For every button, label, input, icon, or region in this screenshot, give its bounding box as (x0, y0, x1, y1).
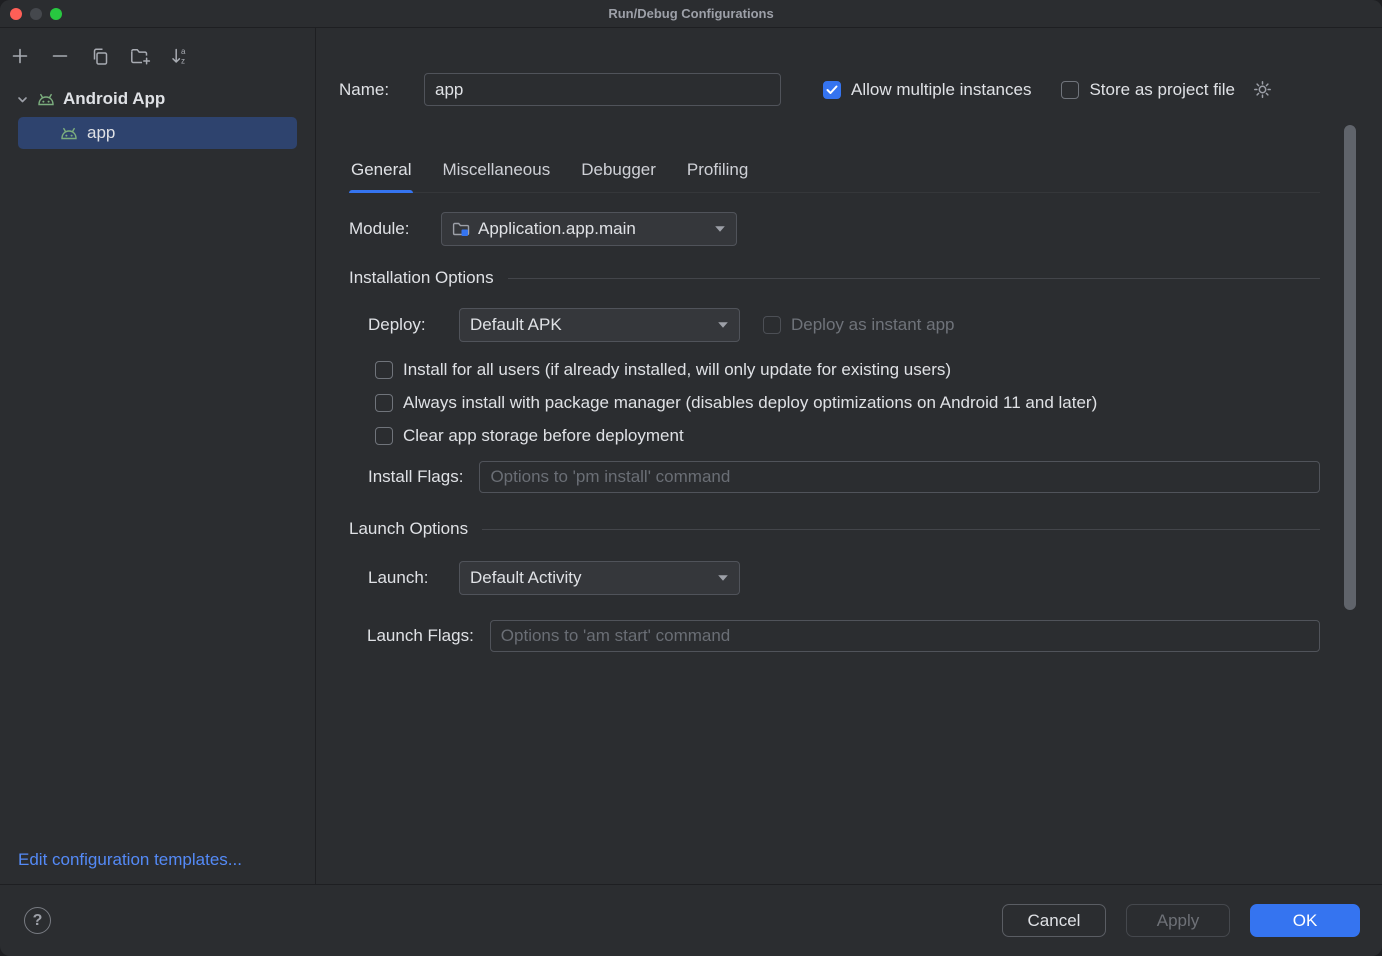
traffic-lights (10, 8, 62, 20)
checkbox-checked-icon (823, 81, 841, 99)
dialog-footer: ? Cancel Apply OK (0, 884, 1382, 956)
deploy-label: Deploy: (368, 315, 459, 335)
always-install-package-manager-checkbox[interactable]: Always install with package manager (dis… (375, 393, 1320, 413)
install-flags-input[interactable] (479, 461, 1320, 493)
allow-multiple-instances-checkbox[interactable]: Allow multiple instances (823, 80, 1031, 100)
apply-button[interactable]: Apply (1126, 904, 1230, 937)
launch-options-section: Launch Options (349, 519, 1320, 539)
launch-value: Default Activity (470, 568, 582, 588)
installation-options-section: Installation Options (349, 268, 1320, 288)
checkbox-disabled-icon (763, 316, 781, 334)
module-dropdown[interactable]: Application.app.main (441, 212, 737, 246)
tree-item-label: app (87, 123, 115, 143)
store-as-project-file-label: Store as project file (1089, 80, 1235, 100)
store-as-project-file-checkbox[interactable]: Store as project file (1061, 80, 1272, 100)
android-icon (60, 126, 78, 141)
configuration-tabs: General Miscellaneous Debugger Profiling (349, 150, 1320, 193)
chevron-down-icon (16, 93, 29, 106)
vertical-scrollbar[interactable] (1344, 125, 1356, 610)
tab-debugger-label: Debugger (581, 160, 656, 179)
chevron-down-icon (714, 225, 726, 233)
install-for-all-users-label: Install for all users (if already instal… (403, 360, 951, 380)
tab-debugger[interactable]: Debugger (579, 150, 658, 192)
ok-button[interactable]: OK (1250, 904, 1360, 937)
launch-options-title: Launch Options (349, 519, 468, 539)
launch-flags-row: Launch Flags: (367, 620, 1320, 652)
name-label: Name: (339, 80, 424, 100)
section-divider (482, 529, 1320, 530)
installation-checkbox-list: Install for all users (if already instal… (375, 360, 1320, 446)
configurations-tree: Android App app (0, 78, 315, 149)
launch-label: Launch: (368, 568, 459, 588)
minus-icon (50, 46, 70, 66)
install-flags-label: Install Flags: (368, 467, 463, 487)
module-value: Application.app.main (478, 219, 636, 239)
run-debug-configurations-dialog: Run/Debug Configurations az (0, 0, 1382, 956)
section-divider (508, 278, 1320, 279)
tree-group-android-app[interactable]: Android App (0, 78, 315, 112)
chevron-down-icon (717, 574, 729, 582)
cancel-button[interactable]: Cancel (1002, 904, 1106, 937)
sort-configurations-button[interactable]: az (168, 44, 192, 68)
always-install-package-manager-label: Always install with package manager (dis… (403, 393, 1097, 413)
chevron-down-icon (717, 321, 729, 329)
checkbox-unchecked-icon (1061, 81, 1079, 99)
android-icon (37, 92, 55, 107)
tab-profiling-label: Profiling (687, 160, 748, 179)
tab-miscellaneous[interactable]: Miscellaneous (440, 150, 552, 192)
help-button[interactable]: ? (24, 907, 51, 934)
launch-flags-input[interactable] (490, 620, 1320, 652)
configuration-form: Name: Allow multiple instances Store as … (316, 28, 1382, 884)
tab-general[interactable]: General (349, 150, 413, 192)
copy-configuration-button[interactable] (88, 44, 112, 68)
question-mark-icon: ? (33, 912, 43, 930)
deploy-dropdown[interactable]: Default APK (459, 308, 740, 342)
deploy-value: Default APK (470, 315, 562, 335)
tab-profiling[interactable]: Profiling (685, 150, 750, 192)
store-settings-gear-icon[interactable] (1253, 80, 1272, 99)
launch-dropdown[interactable]: Default Activity (459, 561, 740, 595)
checkbox-unchecked-icon (375, 361, 393, 379)
deploy-as-instant-app-label: Deploy as instant app (791, 315, 955, 335)
remove-configuration-button[interactable] (48, 44, 72, 68)
clear-app-storage-checkbox[interactable]: Clear app storage before deployment (375, 426, 1320, 446)
tree-group-label: Android App (63, 89, 165, 109)
svg-text:z: z (181, 57, 185, 66)
add-configuration-button[interactable] (8, 44, 32, 68)
deploy-as-instant-app-checkbox: Deploy as instant app (763, 315, 955, 335)
new-folder-button[interactable] (128, 44, 152, 68)
launch-flags-label: Launch Flags: (367, 626, 474, 646)
sort-alphabetically-icon: az (170, 46, 190, 66)
close-window-button[interactable] (10, 8, 22, 20)
module-label: Module: (349, 219, 441, 239)
minimize-window-button[interactable] (30, 8, 42, 20)
edit-configuration-templates-link[interactable]: Edit configuration templates... (18, 850, 242, 870)
svg-text:a: a (181, 47, 186, 56)
checkbox-unchecked-icon (375, 427, 393, 445)
copy-icon (91, 47, 110, 66)
name-input[interactable] (424, 73, 781, 106)
install-for-all-users-checkbox[interactable]: Install for all users (if already instal… (375, 360, 1320, 380)
plus-icon (10, 46, 30, 66)
tab-general-label: General (351, 160, 411, 179)
installation-options-title: Installation Options (349, 268, 494, 288)
sidebar-toolbar: az (0, 28, 315, 78)
tab-miscellaneous-label: Miscellaneous (442, 160, 550, 179)
tree-item-app[interactable]: app (18, 117, 297, 149)
install-flags-row: Install Flags: (368, 461, 1320, 493)
checkbox-unchecked-icon (375, 394, 393, 412)
new-folder-icon (130, 47, 151, 66)
zoom-window-button[interactable] (50, 8, 62, 20)
window-title: Run/Debug Configurations (0, 0, 1382, 27)
titlebar: Run/Debug Configurations (0, 0, 1382, 28)
configurations-sidebar: az Android App app Edit configuration te… (0, 28, 316, 884)
clear-app-storage-label: Clear app storage before deployment (403, 426, 684, 446)
allow-multiple-instances-label: Allow multiple instances (851, 80, 1031, 100)
module-icon (452, 221, 470, 237)
